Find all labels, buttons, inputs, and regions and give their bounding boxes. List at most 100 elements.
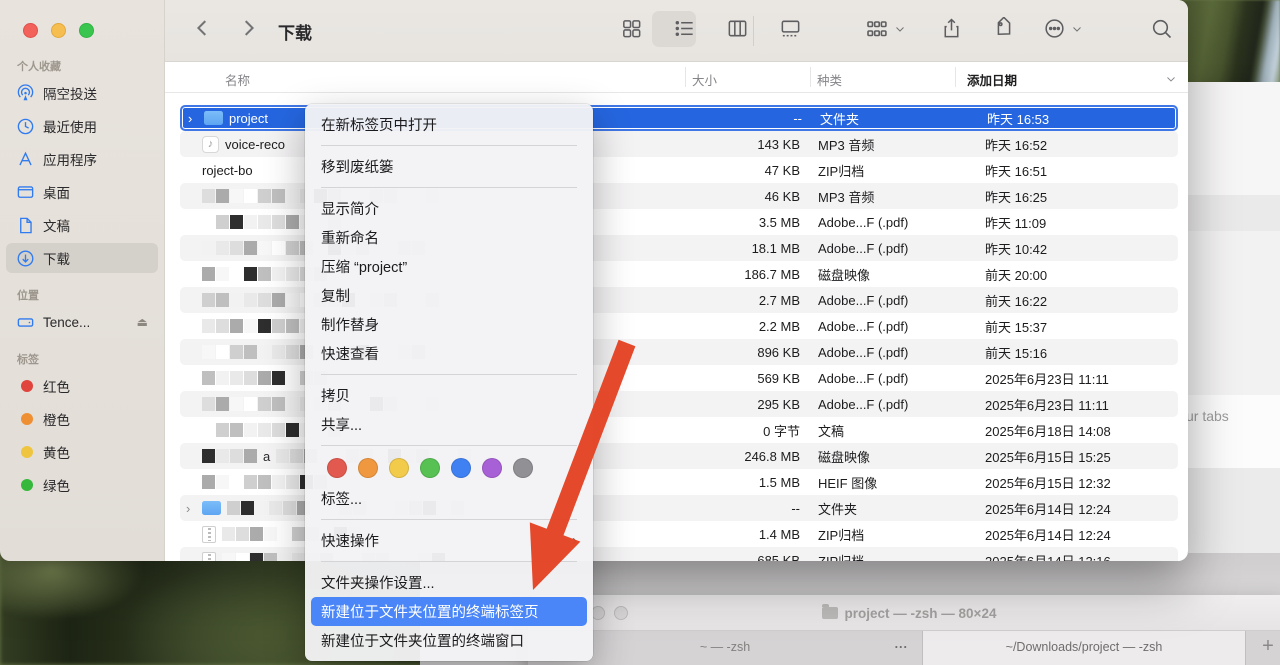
- tag-color-swatch[interactable]: [482, 458, 502, 478]
- sidebar-item-下载[interactable]: 下载: [6, 243, 158, 273]
- tag-color-swatch[interactable]: [358, 458, 378, 478]
- tag-color-swatch[interactable]: [389, 458, 409, 478]
- airdrop-icon: [15, 84, 35, 103]
- share-button[interactable]: [940, 17, 963, 40]
- terminal-titlebar[interactable]: project — -zsh — 80×24: [528, 595, 1280, 631]
- zip-file-icon: [202, 526, 216, 543]
- tag-color-swatch[interactable]: [451, 458, 471, 478]
- terminal-title-text: project — -zsh — 80×24: [845, 606, 997, 621]
- finder-toolbar: 下载: [165, 0, 1188, 62]
- file-date-cell: 昨天 16:51: [970, 161, 1178, 180]
- menu-item[interactable]: 复制: [311, 281, 587, 310]
- group-button[interactable]: [865, 17, 906, 41]
- background-window-band: [1188, 231, 1280, 395]
- view-mode-list-view[interactable]: [673, 17, 696, 40]
- column-header-3[interactable]: 添加日期: [967, 70, 1017, 89]
- menu-separator: [305, 368, 593, 381]
- menu-item-label: 拷贝: [321, 385, 350, 406]
- desktop-icon: [15, 183, 35, 202]
- sidebar-item-应用程序[interactable]: 应用程序: [6, 144, 158, 174]
- file-name-fragment: a: [263, 449, 270, 464]
- file-size-cell: 2.2 MB: [680, 319, 800, 334]
- background-window[interactable]: ur tabs: [1188, 82, 1280, 556]
- sidebar-item-文稿[interactable]: 文稿: [6, 210, 158, 240]
- file-date-cell: 2025年6月23日 11:11: [970, 369, 1178, 388]
- menu-item[interactable]: 制作替身: [311, 310, 587, 339]
- applications-icon: [15, 150, 35, 169]
- menu-item[interactable]: 新建位于文件夹位置的终端窗口: [311, 626, 587, 655]
- column-header-2[interactable]: 种类: [817, 70, 842, 89]
- sidebar-item-label: 隔空投送: [43, 83, 97, 103]
- terminal-tab-project[interactable]: ~/Downloads/project — -zsh: [923, 631, 1246, 665]
- more-button[interactable]: [1043, 17, 1083, 40]
- zoom-button[interactable]: [79, 23, 94, 38]
- tag-color-swatch[interactable]: [420, 458, 440, 478]
- tag-color-icon: [21, 479, 33, 491]
- menu-item-label: 文件夹操作设置...: [321, 572, 435, 593]
- menu-item[interactable]: 重新命名: [311, 223, 587, 252]
- menu-item[interactable]: 显示简介: [311, 194, 587, 223]
- sidebar-item-label: 最近使用: [43, 116, 97, 136]
- file-date-cell: 前天 15:16: [970, 343, 1178, 362]
- close-button[interactable]: [23, 23, 38, 38]
- view-mode-gallery-view[interactable]: [779, 17, 802, 40]
- sidebar-item-黄色[interactable]: 黄色: [6, 437, 158, 467]
- file-date-cell: 2025年6月15日 12:32: [970, 473, 1178, 492]
- sidebar-item-Tence...[interactable]: Tence...⏏: [6, 307, 158, 337]
- document-icon: [15, 216, 35, 235]
- file-size-cell: 18.1 MB: [680, 241, 800, 256]
- tag-color-icon: [15, 446, 35, 458]
- menu-tag-colors: [305, 452, 593, 484]
- chevron-down-icon: [1071, 23, 1083, 35]
- menu-item-label: 标签...: [321, 488, 362, 509]
- tag-color-icon: [21, 413, 33, 425]
- toolbar-divider: [753, 16, 754, 46]
- minimize-button[interactable]: [51, 23, 66, 38]
- sidebar-item-桌面[interactable]: 桌面: [6, 177, 158, 207]
- sidebar-item-红色[interactable]: 红色: [6, 371, 158, 401]
- menu-item[interactable]: 快速操作›: [311, 526, 587, 555]
- tag-button[interactable]: [992, 17, 1015, 40]
- file-date-cell: 前天 20:00: [970, 265, 1178, 284]
- sidebar-item-绿色[interactable]: 绿色: [6, 470, 158, 500]
- forward-button[interactable]: [237, 17, 259, 39]
- sidebar-item-隔空投送[interactable]: 隔空投送: [6, 78, 158, 108]
- menu-item[interactable]: 拷贝: [311, 381, 587, 410]
- disclosure-triangle-icon[interactable]: ›: [188, 112, 198, 125]
- disclosure-triangle-icon[interactable]: ›: [186, 502, 196, 515]
- file-kind-cell: ZIP归档: [800, 525, 970, 544]
- new-tab-plus-icon: +: [1262, 635, 1274, 665]
- tag-color-swatch[interactable]: [513, 458, 533, 478]
- terminal-window[interactable]: project — -zsh — 80×24 ~ — -zsh ... ~/Do…: [528, 595, 1280, 665]
- sort-chevron-icon[interactable]: [1165, 73, 1177, 85]
- column-header-0[interactable]: 名称: [225, 70, 250, 89]
- menu-item[interactable]: 在新标签页中打开: [311, 110, 587, 139]
- tab-overflow-indicator[interactable]: ...: [895, 637, 908, 651]
- file-date-cell: 昨天 10:42: [970, 239, 1178, 258]
- menu-item-label: 新建位于文件夹位置的终端窗口: [321, 630, 524, 651]
- eject-icon[interactable]: ⏏: [137, 315, 148, 329]
- menu-item[interactable]: 文件夹操作设置...: [311, 568, 587, 597]
- terminal-tab-label: ~ — -zsh: [700, 640, 750, 654]
- back-button[interactable]: [192, 17, 214, 39]
- view-mode-grid-view[interactable]: [620, 17, 643, 40]
- sidebar-item-label: 绿色: [43, 475, 70, 495]
- menu-item[interactable]: 标签...: [311, 484, 587, 513]
- menu-item[interactable]: 新建位于文件夹位置的终端标签页: [311, 597, 587, 626]
- file-date-cell: 昨天 16:53: [972, 109, 1176, 128]
- view-mode-column-view[interactable]: [726, 17, 749, 40]
- menu-item[interactable]: 快速查看: [311, 339, 587, 368]
- menu-item[interactable]: 移到废纸篓: [311, 152, 587, 181]
- file-kind-cell: 磁盘映像: [800, 447, 970, 466]
- menu-item[interactable]: 压缩 “project”: [311, 252, 587, 281]
- sidebar-item-label: 文稿: [43, 215, 70, 235]
- search-button[interactable]: [1150, 17, 1174, 41]
- terminal-new-tab-button[interactable]: +: [1246, 631, 1280, 665]
- tag-color-swatch[interactable]: [327, 458, 347, 478]
- column-header-1[interactable]: 大小: [692, 70, 717, 89]
- menu-item[interactable]: 共享...: [311, 410, 587, 439]
- sidebar-item-最近使用[interactable]: 最近使用: [6, 111, 158, 141]
- folder-icon: [204, 111, 223, 125]
- sidebar-item-橙色[interactable]: 橙色: [6, 404, 158, 434]
- drive-icon: [15, 313, 35, 332]
